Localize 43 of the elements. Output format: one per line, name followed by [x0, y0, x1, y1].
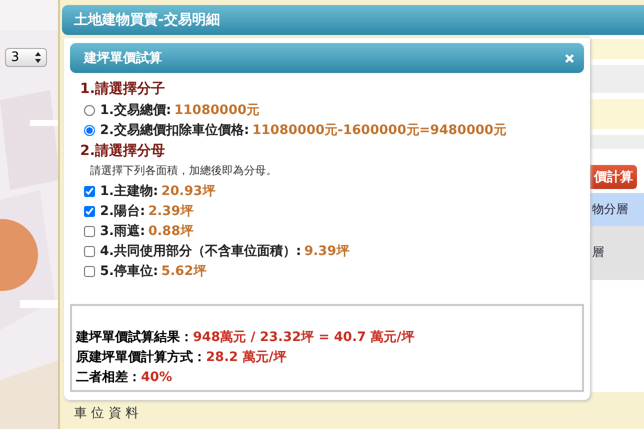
option-value: 11080000元-1600000元=9480000元: [252, 122, 506, 139]
checkbox[interactable]: [84, 206, 95, 216]
checkbox[interactable]: [84, 246, 95, 256]
table-row: [590, 65, 644, 93]
calculate-button[interactable]: 價計算: [590, 165, 637, 189]
table-row: [590, 39, 644, 59]
close-icon[interactable]: [565, 54, 574, 62]
floor-select[interactable]: 3: [5, 48, 47, 67]
window-title: 土地建物買賣-交易明細: [62, 5, 644, 35]
hint-text: 請選擇下列各面積，加總後即為分母。: [90, 163, 278, 178]
result-label: 原建坪單價計算方式：: [76, 350, 206, 365]
radio-button[interactable]: [84, 104, 95, 116]
checkbox[interactable]: [84, 186, 95, 196]
option-label: 2.交易總價扣除車位價格:: [100, 122, 250, 139]
result-value: 948萬元 / 23.32坪 = 40.7 萬元/坪: [193, 330, 414, 345]
section-heading: 1.請選擇分子: [80, 80, 166, 98]
dialog-title: 建坪單價試算: [84, 50, 162, 67]
table-row: [590, 99, 644, 129]
option-value: 9.39坪: [304, 243, 350, 260]
option-value: 5.62坪: [161, 263, 206, 280]
option-label: 5.停車位:: [100, 263, 158, 280]
table-cell: 層: [590, 226, 644, 280]
option-label: 4.共同使用部分（不含車位面積）:: [100, 242, 302, 260]
option-value: 0.88坪: [148, 223, 194, 240]
result-label: 二者相差：: [76, 370, 141, 385]
result-value: 40%: [141, 370, 172, 385]
checkbox[interactable]: [84, 226, 95, 236]
option-value: 20.93坪: [161, 183, 216, 200]
section-title: 車 位 資 料: [73, 405, 140, 423]
radio-button[interactable]: [84, 124, 95, 136]
result-value: 28.2 萬元/坪: [206, 350, 286, 365]
option-value: 2.39坪: [148, 203, 194, 220]
option-label: 1.交易總價:: [100, 102, 172, 119]
option-label: 2.陽台:: [100, 203, 146, 220]
result-label: 建坪單價試算結果：: [76, 330, 193, 345]
checkbox[interactable]: [84, 266, 95, 276]
table-row: [590, 135, 644, 149]
updown-icon: [35, 52, 41, 63]
column-header: 物分層: [590, 193, 644, 226]
option-label: 3.雨遮:: [100, 222, 146, 240]
option-value: 11080000元: [174, 102, 260, 119]
section-heading: 2.請選擇分母: [80, 142, 166, 160]
option-label: 1.主建物:: [100, 182, 158, 200]
